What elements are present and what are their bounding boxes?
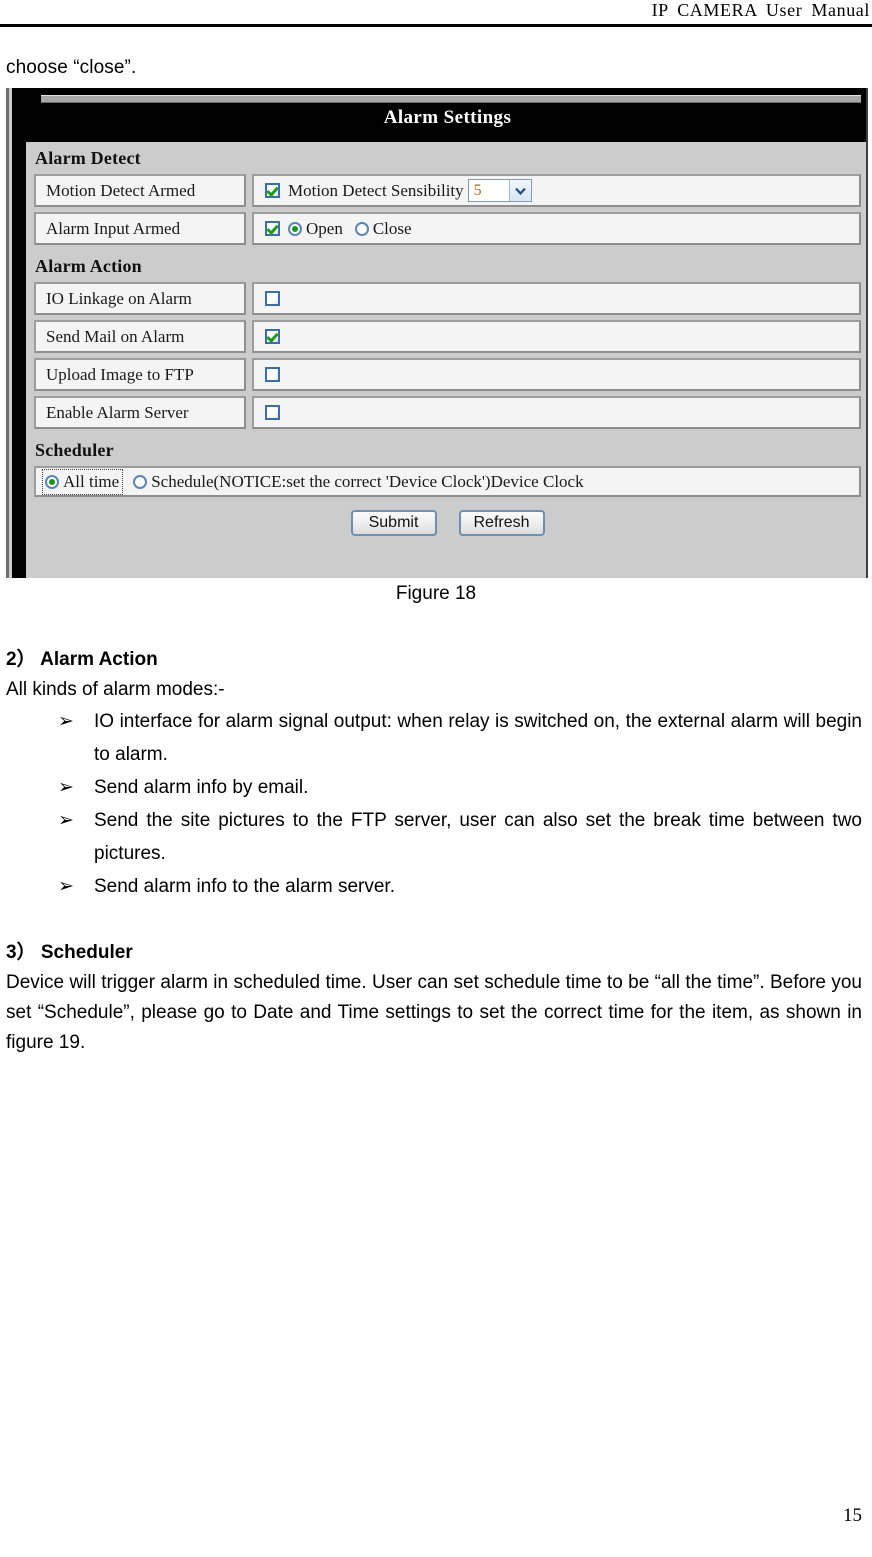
radio-schedule-label: Schedule(NOTICE:set the correct 'Device … — [151, 471, 584, 491]
radio-group-open[interactable]: Open — [288, 219, 343, 239]
alarm-modes-list: ➢ IO interface for alarm signal output: … — [6, 705, 862, 903]
bullet-arrow-icon: ➢ — [58, 876, 74, 897]
header-divider — [0, 24, 872, 27]
alarm-settings-screenshot: Alarm Settings Alarm Detect Motion Detec… — [6, 88, 868, 578]
select-motion-detect-sensibility[interactable]: 5 — [467, 179, 532, 202]
panel-button-row: Submit Refresh — [26, 510, 866, 536]
panel-title-bar: Alarm Settings — [26, 88, 866, 142]
label-upload-image-to-ftp: Upload Image to FTP — [34, 358, 246, 391]
horizontal-scrollbar[interactable] — [41, 95, 861, 103]
checkbox-send-mail-on-alarm[interactable] — [265, 329, 280, 344]
field-io-linkage-on-alarm — [252, 282, 861, 315]
list-item: ➢ Send the site pictures to the FTP serv… — [6, 804, 862, 870]
label-io-linkage-on-alarm: IO Linkage on Alarm — [34, 282, 246, 315]
row-alarm-input-armed: Alarm Input Armed Open Close — [34, 212, 861, 245]
section-2-title: Alarm Action — [40, 649, 158, 670]
panel-body: Alarm Detect Motion Detect Armed Motion … — [26, 142, 866, 578]
checkbox-motion-detect-armed[interactable] — [265, 183, 280, 198]
section-2-heading: 2） Alarm Action — [6, 645, 862, 675]
field-send-mail-on-alarm — [252, 320, 861, 353]
section-3-title: Scheduler — [40, 942, 133, 963]
group-title-alarm-action: Alarm Action — [35, 256, 142, 276]
radio-close-label: Close — [372, 218, 412, 238]
section-2-intro: All kinds of alarm modes:- — [6, 679, 225, 700]
list-item-text: IO interface for alarm signal output: wh… — [94, 711, 862, 765]
field-upload-image-to-ftp — [252, 358, 861, 391]
radio-schedule[interactable] — [133, 474, 148, 489]
row-send-mail-on-alarm: Send Mail on Alarm — [34, 320, 861, 353]
checkbox-upload-image-to-ftp[interactable] — [265, 367, 280, 382]
label-enable-alarm-server: Enable Alarm Server — [34, 396, 246, 429]
label-send-mail-on-alarm: Send Mail on Alarm — [34, 320, 246, 353]
list-item-text: Send alarm info to the alarm server. — [94, 876, 395, 897]
select-value: 5 — [473, 181, 482, 199]
label-motion-detect-sensibility: Motion Detect Sensibility — [288, 180, 464, 200]
checkbox-io-linkage-on-alarm[interactable] — [265, 291, 280, 306]
label-motion-detect-armed: Motion Detect Armed — [34, 174, 246, 207]
group-title-scheduler: Scheduler — [35, 440, 114, 460]
radio-close[interactable] — [354, 221, 369, 236]
page-number: 15 — [843, 1505, 862, 1526]
group-title-alarm-detect: Alarm Detect — [35, 148, 141, 168]
row-io-linkage-on-alarm: IO Linkage on Alarm — [34, 282, 861, 315]
radio-open-label: Open — [306, 218, 343, 238]
row-motion-detect-armed: Motion Detect Armed Motion Detect Sensib… — [34, 174, 861, 207]
row-scheduler-options: All time Schedule(NOTICE:set the correct… — [34, 466, 861, 497]
row-upload-image-to-ftp: Upload Image to FTP — [34, 358, 861, 391]
checkbox-enable-alarm-server[interactable] — [265, 405, 280, 420]
figure-caption: Figure 18 — [395, 583, 477, 604]
panel-left-black-band — [12, 88, 26, 578]
field-enable-alarm-server — [252, 396, 861, 429]
section-3-paragraph: Device will trigger alarm in scheduled t… — [6, 972, 862, 1053]
row-enable-alarm-server: Enable Alarm Server — [34, 396, 861, 429]
field-alarm-input-armed: Open Close — [252, 212, 861, 245]
section-2-number: 2） — [6, 649, 36, 670]
field-motion-detect-armed: Motion Detect Sensibility 5 — [252, 174, 861, 207]
bullet-arrow-icon: ➢ — [58, 777, 74, 798]
refresh-button[interactable]: Refresh — [458, 510, 545, 536]
list-item-text: Send alarm info by email. — [94, 777, 309, 798]
radio-open[interactable] — [288, 221, 302, 236]
list-item: ➢ Send alarm info to the alarm server. — [6, 870, 862, 903]
section-alarm-action: 2） Alarm Action All kinds of alarm modes… — [6, 645, 862, 903]
bullet-arrow-icon: ➢ — [58, 711, 74, 732]
panel-title: Alarm Settings — [383, 107, 512, 128]
submit-button[interactable]: Submit — [350, 510, 437, 536]
list-item-text: Send the site pictures to the FTP server… — [94, 810, 862, 864]
radio-all-time-label: All time — [63, 471, 120, 491]
bullet-arrow-icon: ➢ — [58, 810, 74, 831]
radio-group-schedule[interactable]: Schedule(NOTICE:set the correct 'Device … — [133, 471, 584, 492]
label-alarm-input-armed: Alarm Input Armed — [34, 212, 246, 245]
intro-line: choose “close”. — [6, 57, 137, 78]
page-header: IP CAMERA User Manual — [0, 0, 872, 30]
section-scheduler: 3） Scheduler Device will trigger alarm i… — [6, 938, 862, 1058]
chevron-down-icon — [508, 180, 531, 201]
section-3-number: 3） — [6, 942, 36, 963]
radio-all-time[interactable] — [45, 474, 59, 489]
radio-group-close[interactable]: Close — [354, 218, 412, 239]
list-item: ➢ IO interface for alarm signal output: … — [6, 705, 862, 771]
section-3-heading: 3） Scheduler — [6, 938, 862, 968]
radio-group-all-time[interactable]: All time — [41, 468, 124, 495]
running-header-title: IP CAMERA User Manual — [651, 0, 870, 20]
list-item: ➢ Send alarm info by email. — [6, 771, 862, 804]
checkbox-alarm-input-armed[interactable] — [265, 221, 280, 236]
